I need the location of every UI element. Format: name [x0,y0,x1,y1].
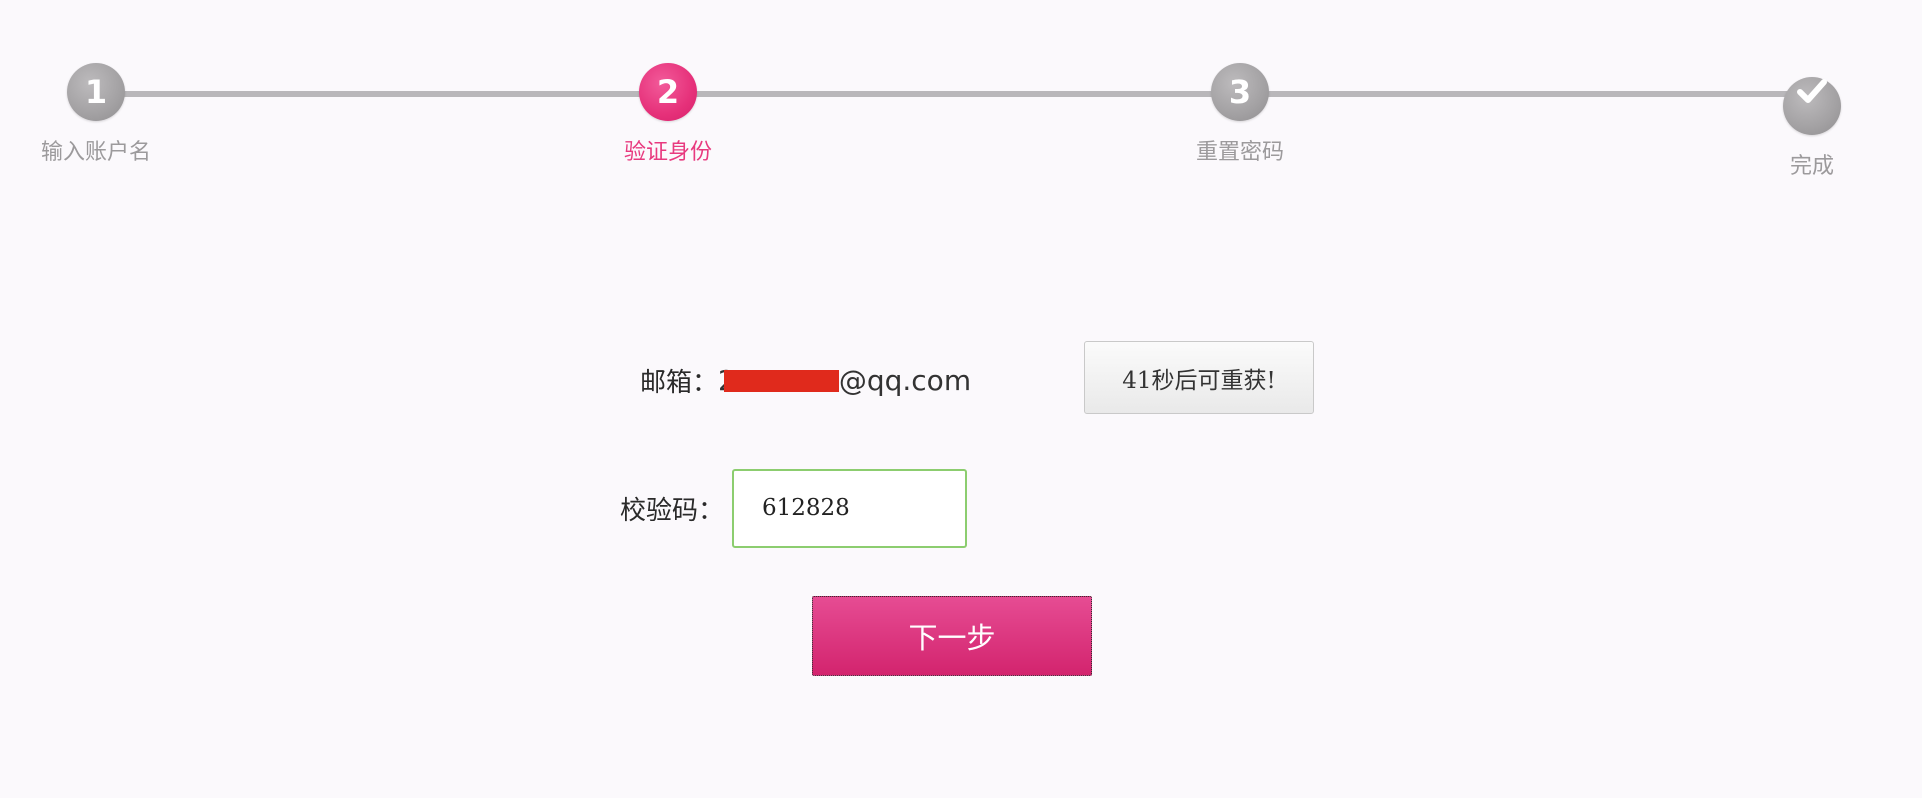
verification-code-label: 校验码： [620,495,725,526]
verification-code-input[interactable] [732,468,968,548]
step-reset-password: 3 重置密码 [1140,63,1340,166]
step-label: 完成 [1789,154,1834,179]
reset-password-page: 1 输入账户名 2 验证身份 3 重置密码 完成 邮箱： 2 @qq.com [0,0,1922,798]
email-suffix: @qq.com [838,363,972,397]
email-value: 2 @qq.com [718,364,971,397]
redaction-mark [723,370,839,392]
step-label: 重置密码 [1195,140,1284,165]
step-verify-identity: 2 验证身份 [568,63,768,166]
checkmark-icon [1783,77,1841,135]
step-number-badge: 3 [1211,63,1269,121]
step-complete: 完成 [1712,63,1912,180]
step-number-badge: 2 [639,63,697,121]
verification-code-row: 校验码： [620,468,968,548]
step-label: 输入账户名 [40,140,151,165]
step-label: 验证身份 [623,140,712,165]
resend-code-button[interactable]: 41秒后可重获! [1084,341,1314,414]
next-step-button[interactable]: 下一步 [812,596,1092,676]
step-number-badge: 1 [67,63,125,121]
email-label: 邮箱： [640,367,719,398]
progress-stepper: 1 输入账户名 2 验证身份 3 重置密码 完成 [0,0,1922,180]
step-enter-account: 1 输入账户名 [0,63,196,166]
email-row: 邮箱： 2 @qq.com [640,340,971,420]
